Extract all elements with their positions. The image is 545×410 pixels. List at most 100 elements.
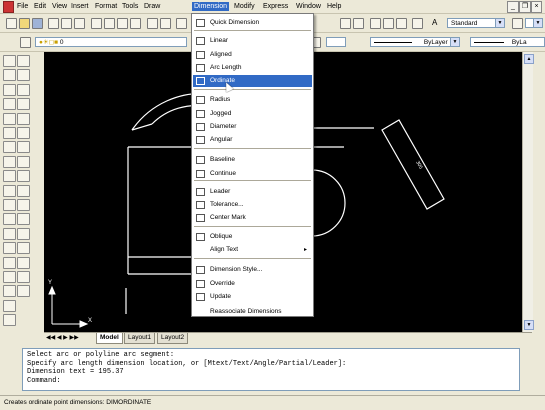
close-icon[interactable]: × — [531, 1, 542, 13]
scale-icon[interactable] — [17, 155, 30, 168]
menu-draw[interactable]: Draw — [142, 2, 162, 11]
menu-item-align-text[interactable]: Align Text ▸ — [193, 244, 312, 256]
menu-window[interactable]: Window — [294, 2, 323, 11]
region-icon[interactable] — [3, 285, 16, 298]
command-prompt[interactable]: Command: — [27, 377, 515, 386]
break-icon[interactable] — [17, 227, 30, 240]
fillet-icon[interactable] — [17, 271, 30, 283]
menu-item-linear[interactable]: Linear — [193, 35, 312, 47]
print-icon[interactable] — [48, 18, 59, 29]
match-properties-icon[interactable] — [130, 18, 141, 29]
linetype-combo[interactable]: ByLayer ▼ — [370, 37, 460, 47]
rectangle-icon[interactable] — [3, 112, 16, 125]
menu-item-reassociate-dimensions[interactable]: Reassociate Dimensions — [193, 306, 312, 318]
arc-icon[interactable] — [3, 127, 16, 139]
break-point-icon[interactable] — [17, 213, 30, 226]
minimize-icon[interactable]: _ — [507, 1, 519, 13]
array-icon[interactable] — [17, 112, 30, 125]
menu-format[interactable]: Format — [93, 2, 119, 11]
point-icon[interactable] — [3, 242, 16, 255]
menu-item-arc-length[interactable]: Arc Length — [193, 62, 312, 74]
menu-item-override[interactable]: Override — [193, 278, 312, 290]
menu-tools[interactable]: Tools — [120, 2, 140, 11]
zoom-icon[interactable] — [340, 18, 351, 29]
extend-icon[interactable] — [17, 199, 30, 211]
menu-edit[interactable]: Edit — [32, 2, 48, 11]
menu-dimension[interactable]: Dimension — [192, 2, 230, 11]
help-icon[interactable] — [412, 18, 423, 29]
copy-icon[interactable] — [104, 18, 115, 29]
menu-file[interactable]: File — [15, 2, 30, 11]
text-style-combo[interactable]: Standard ▼ — [447, 18, 505, 28]
ellipse-icon[interactable] — [3, 184, 16, 197]
table-icon[interactable] — [3, 299, 16, 312]
pan-icon[interactable] — [176, 18, 187, 29]
menu-item-update[interactable]: Update — [193, 291, 312, 303]
redo-icon[interactable] — [160, 18, 171, 29]
lineweight-combo[interactable]: ByLa — [470, 37, 545, 47]
mirror-icon[interactable] — [17, 83, 30, 96]
circle-icon[interactable] — [3, 141, 16, 154]
undo-icon[interactable] — [147, 18, 158, 29]
open-icon[interactable] — [19, 18, 30, 29]
layer-manager-icon[interactable] — [20, 37, 31, 48]
restore-icon[interactable]: ❐ — [519, 1, 531, 13]
menu-item-aligned[interactable]: Aligned — [193, 49, 312, 61]
spline-icon[interactable] — [3, 170, 16, 183]
tab-layout1[interactable]: Layout1 — [124, 333, 156, 344]
trim-icon[interactable] — [17, 184, 30, 197]
menu-modify[interactable]: Modify — [232, 2, 257, 11]
explode-icon[interactable] — [17, 285, 30, 298]
join-icon[interactable] — [17, 242, 30, 255]
menu-item-jogged[interactable]: Jogged — [193, 108, 312, 120]
chamfer-icon[interactable] — [17, 256, 30, 269]
publish-icon[interactable] — [74, 18, 85, 29]
stretch-icon[interactable] — [17, 170, 30, 183]
menu-item-continue[interactable]: Continue — [193, 168, 312, 180]
ellipse-arc-icon[interactable] — [3, 199, 16, 211]
menu-item-leader[interactable]: Leader — [193, 186, 312, 198]
offset-icon[interactable] — [17, 98, 30, 111]
color-combo[interactable] — [326, 37, 346, 47]
layer-combo[interactable]: ●☀◻■ 0 — [35, 37, 187, 47]
vertical-scrollbar[interactable]: ▲ ▼ — [522, 52, 534, 332]
revision-cloud-icon[interactable] — [3, 155, 16, 168]
menu-item-angular[interactable]: Angular — [193, 134, 312, 146]
gradient-icon[interactable] — [3, 271, 16, 283]
tool-palettes-icon[interactable] — [396, 18, 407, 29]
autocad-app-icon[interactable] — [3, 1, 14, 13]
zoom-previous-icon[interactable] — [353, 18, 364, 29]
menu-item-dimension-style[interactable]: Dimension Style... — [193, 264, 312, 276]
polyline-icon[interactable] — [3, 83, 16, 96]
command-history[interactable]: Select arc or polyline arc segment: Spec… — [22, 348, 520, 391]
polygon-icon[interactable] — [3, 98, 16, 111]
menu-item-oblique[interactable]: Oblique — [193, 231, 312, 243]
multiline-text-icon[interactable] — [3, 314, 16, 327]
menu-help[interactable]: Help — [325, 2, 343, 11]
hatch-icon[interactable] — [3, 256, 16, 269]
menu-item-radius[interactable]: Radius — [193, 94, 312, 106]
scroll-up-icon[interactable]: ▲ — [524, 54, 534, 64]
line-icon[interactable] — [3, 55, 16, 67]
save-icon[interactable] — [32, 18, 43, 29]
insert-block-icon[interactable] — [3, 213, 16, 226]
copy-object-icon[interactable] — [17, 69, 30, 82]
menu-item-center-mark[interactable]: Center Mark — [193, 212, 312, 224]
cut-icon[interactable] — [91, 18, 102, 29]
move-icon[interactable] — [17, 127, 30, 139]
dim-style-icon[interactable] — [512, 18, 523, 29]
menu-item-tolerance[interactable]: Tolerance... — [193, 199, 312, 211]
preview-icon[interactable] — [61, 18, 72, 29]
properties-icon[interactable] — [370, 18, 381, 29]
make-block-icon[interactable] — [3, 227, 16, 240]
construction-line-icon[interactable] — [3, 69, 16, 82]
design-center-icon[interactable] — [383, 18, 394, 29]
menu-item-quick-dimension[interactable]: Quick Dimension — [193, 17, 312, 29]
tab-model[interactable]: Model — [96, 333, 123, 344]
menu-item-ordinate[interactable]: Ordinate — [193, 75, 312, 87]
tab-nav-arrows[interactable]: ◀◀ ◀ ▶ ▶▶ — [46, 334, 79, 341]
menu-insert[interactable]: Insert — [69, 2, 91, 11]
paste-icon[interactable] — [117, 18, 128, 29]
tab-layout2[interactable]: Layout2 — [157, 333, 189, 344]
menu-item-baseline[interactable]: Baseline — [193, 154, 312, 166]
